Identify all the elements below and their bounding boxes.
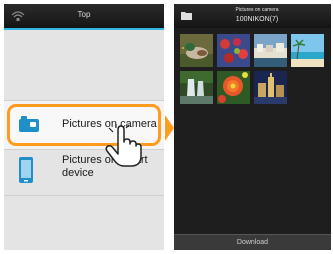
thumbnail-waterfall[interactable]	[180, 71, 213, 104]
list-divider	[4, 195, 164, 196]
thumbnail-red-flower-closeup[interactable]	[217, 71, 250, 104]
top-bar: Top	[4, 4, 164, 28]
thumbnail-night-city[interactable]	[254, 71, 287, 104]
top-bar: Pictures on camera 100NIKON(7)	[174, 4, 331, 28]
download-label: Download	[236, 239, 269, 246]
download-button[interactable]: Download	[174, 234, 331, 250]
page-title: Top	[77, 10, 91, 19]
phone-screen-right: Pictures on camera 100NIKON(7) Download	[174, 4, 331, 250]
thumbnail-harbor-houses[interactable]	[254, 34, 287, 67]
thumbnail-red-flowers[interactable]	[217, 34, 250, 67]
phone-screen-left: Top Pictures on camera Pictures on smart…	[4, 4, 164, 250]
hand-pointer-icon	[105, 124, 142, 167]
thumbnail-beach-palms[interactable]	[291, 34, 324, 67]
folder-icon[interactable]	[181, 11, 192, 20]
thumbnail-mallard-duck[interactable]	[180, 34, 213, 67]
folder-name: 100NIKON(7)	[235, 16, 279, 23]
title-underline	[4, 28, 164, 30]
page-title: Pictures on camera	[235, 7, 279, 13]
smartphone-icon	[19, 157, 33, 183]
camera-icon	[19, 116, 39, 132]
transition-arrow-icon	[165, 115, 174, 141]
